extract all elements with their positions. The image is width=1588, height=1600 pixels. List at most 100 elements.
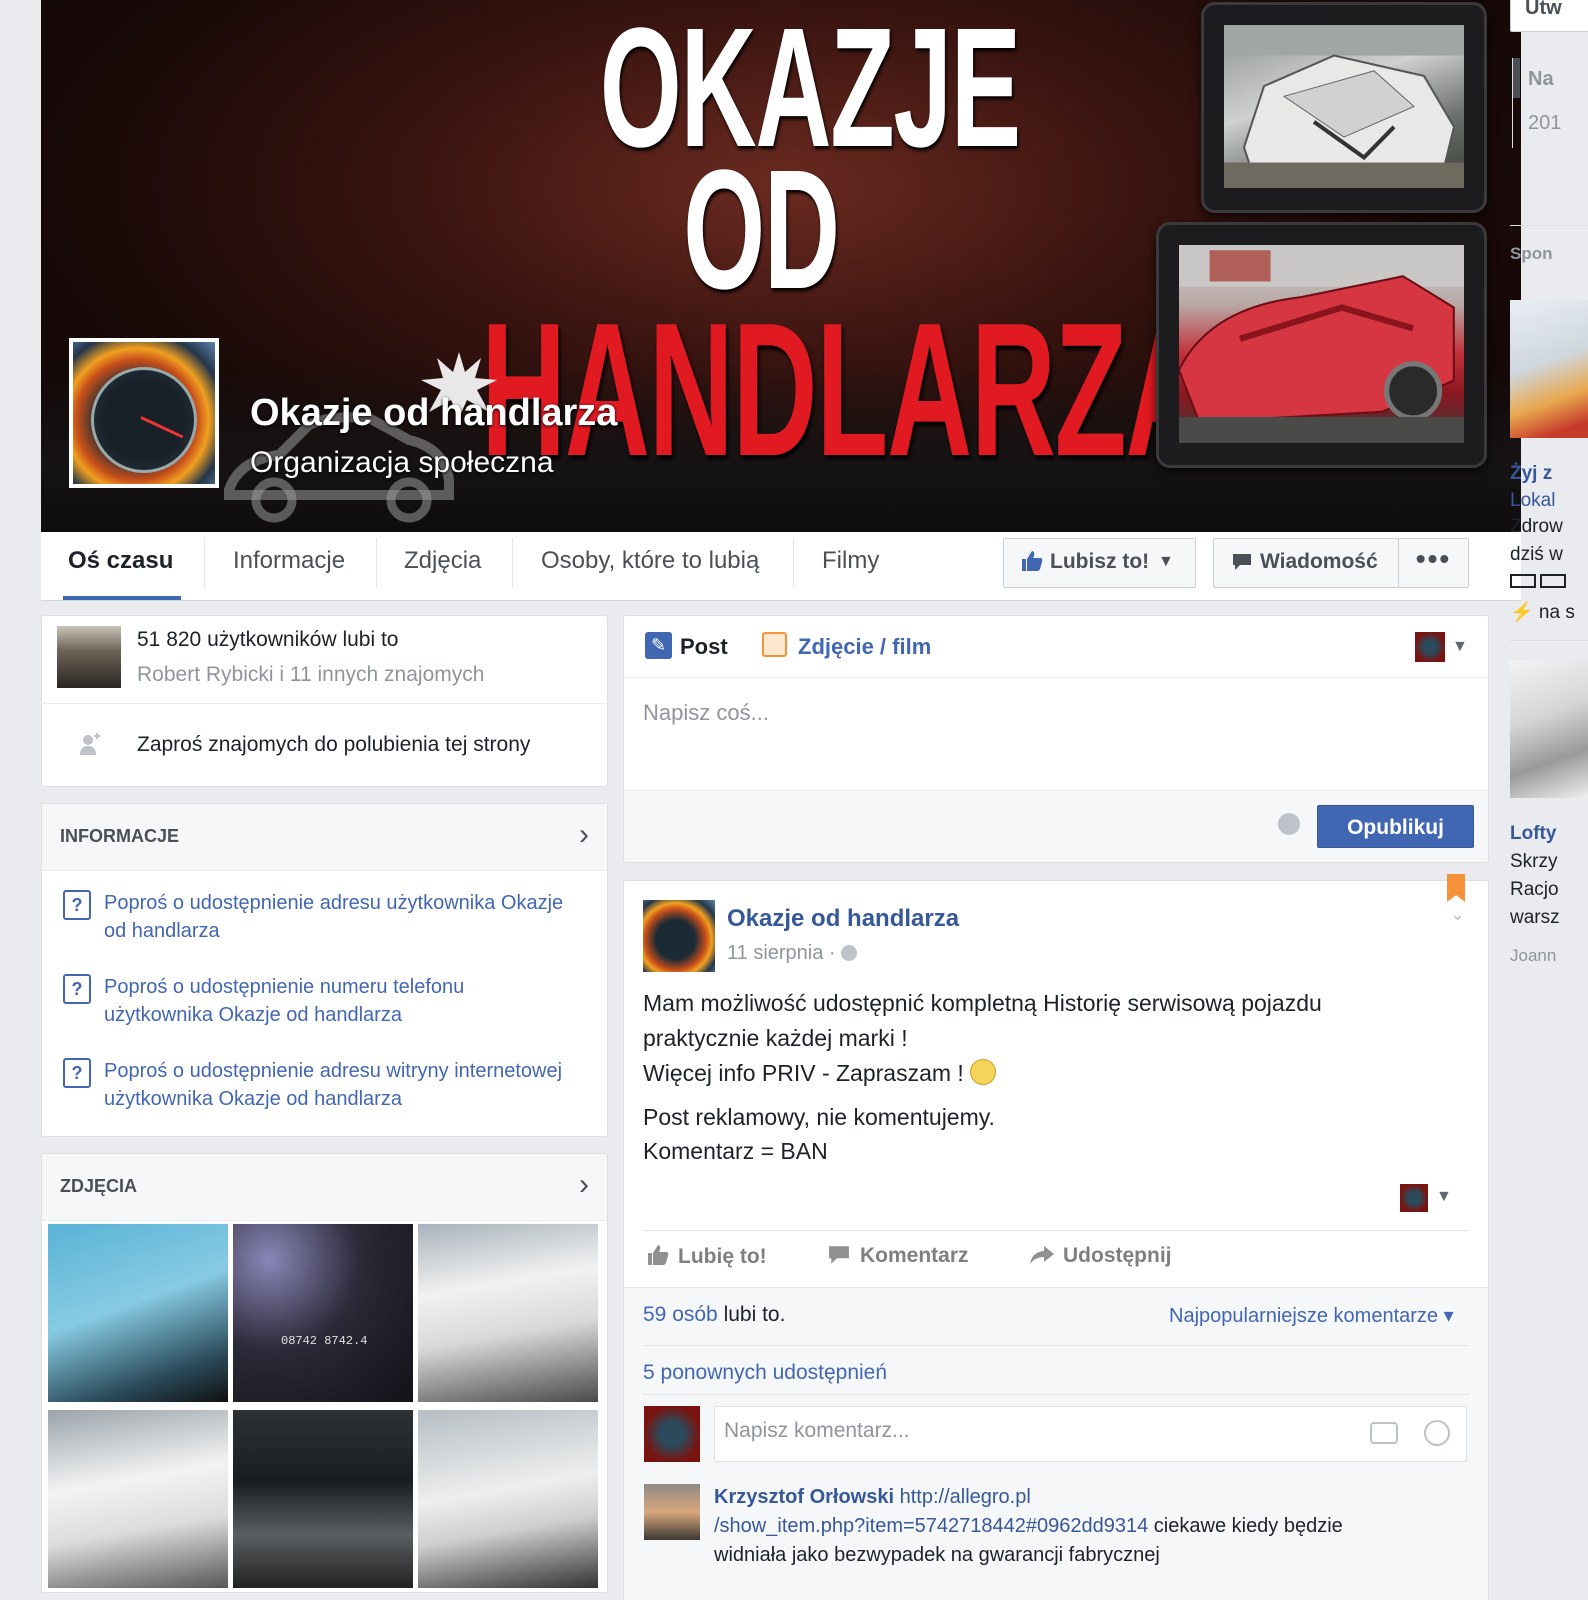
- invite-friends-link[interactable]: Zaproś znajomych do polubienia tej stron…: [137, 733, 530, 757]
- more-options-button[interactable]: •••: [1398, 538, 1469, 588]
- request-phone-link[interactable]: Poproś o udostępnienie numeru telefonu u…: [104, 973, 574, 1029]
- tab-about[interactable]: Informacje: [233, 532, 345, 600]
- divider: [643, 1345, 1469, 1346]
- globe-icon: [841, 945, 858, 961]
- chevron-right-icon: ›: [579, 818, 589, 851]
- comment-author-avatar[interactable]: [644, 1484, 700, 1540]
- acting-as-avatar[interactable]: [1415, 632, 1445, 662]
- ad-text: Skrzy: [1510, 851, 1558, 872]
- camera-icon[interactable]: [1370, 1422, 1398, 1444]
- message-button[interactable]: Wiadomość: [1213, 538, 1399, 588]
- share-arrow-icon: [1030, 1246, 1054, 1264]
- like-post-label: Lubię to!: [678, 1245, 767, 1268]
- post-author-name[interactable]: Okazje od handlarza: [727, 905, 959, 933]
- selected-indicator: [1512, 58, 1520, 98]
- info-card-header[interactable]: INFORMACJE ›: [42, 804, 607, 871]
- composer-tab-post[interactable]: Post: [680, 634, 728, 660]
- ad-text: Zdrow: [1510, 516, 1563, 537]
- speech-bubble-icon: [1232, 539, 1252, 585]
- page-category[interactable]: Organizacja społeczna: [250, 446, 554, 480]
- photo-thumbnail[interactable]: 08742 8742.4: [233, 1224, 413, 1402]
- chevron-down-icon[interactable]: ⌄: [1450, 904, 1465, 925]
- photo-thumbnail[interactable]: [418, 1410, 598, 1588]
- cover-title-line3: HANDLARZA: [481, 284, 1210, 496]
- divider: [643, 1230, 1469, 1231]
- comment-post-button[interactable]: Komentarz: [828, 1244, 969, 1268]
- chevron-down-icon[interactable]: ▼: [1452, 638, 1468, 656]
- wrecked-car-photo-1: [1224, 25, 1464, 188]
- post-likes-suffix: lubi to.: [717, 1303, 786, 1326]
- nav-divider: [512, 538, 513, 588]
- tab-timeline[interactable]: Oś czasu: [68, 532, 173, 600]
- ad-text: dziś w: [1510, 544, 1563, 565]
- thumbs-up-icon: [648, 1245, 669, 1265]
- ad-image[interactable]: [1510, 660, 1588, 798]
- nav-divider: [376, 538, 377, 588]
- right-sidebar: Utw Na 201 Spon Żyj z Lokal Zdrow dziś w…: [1500, 0, 1588, 1600]
- publish-button[interactable]: Opublikuj: [1317, 805, 1474, 848]
- photo-thumbnail[interactable]: [48, 1224, 228, 1402]
- sidebar-heading[interactable]: Na: [1528, 68, 1554, 91]
- wrecked-car-photo-2: [1179, 245, 1464, 443]
- comment-link-continued[interactable]: /show_item.php?item=5742718442#0962dd931…: [714, 1515, 1148, 1537]
- friends-who-like[interactable]: Robert Rybicki i 11 innych znajomych: [137, 663, 484, 687]
- sponsored-heading: Spon: [1510, 244, 1553, 263]
- request-username-link[interactable]: Poproś o udostępnienie adresu użytkownik…: [104, 889, 574, 945]
- friend-avatar[interactable]: [57, 626, 121, 688]
- comment-text: ciekawe kiedy będzie: [1148, 1515, 1343, 1537]
- composer-input[interactable]: Napisz coś...: [643, 700, 769, 726]
- chevron-down-icon[interactable]: ▼: [1436, 1188, 1452, 1206]
- like-button-label: Lubisz to!: [1050, 550, 1150, 573]
- post-author-avatar[interactable]: [643, 900, 715, 972]
- page-profile-picture[interactable]: [69, 338, 219, 488]
- ad-image[interactable]: [1510, 300, 1588, 438]
- comment-author-name[interactable]: Krzysztof Orłowski: [714, 1486, 894, 1508]
- divider: [41, 703, 608, 704]
- composer-tab-photo[interactable]: Zdjęcie / film: [798, 634, 931, 660]
- share-post-button[interactable]: Udostępnij: [1029, 1244, 1172, 1268]
- post-date-text: 11 sierpnia ·: [727, 942, 842, 964]
- like-post-button[interactable]: Lubię to!: [646, 1244, 767, 1269]
- tab-likes[interactable]: Osoby, które to lubią: [541, 532, 759, 600]
- like-page-button[interactable]: Lubisz to! ▼: [1003, 538, 1196, 588]
- tab-photos[interactable]: Zdjęcia: [404, 532, 481, 600]
- post-text-line: praktycznie każdej marki !: [643, 1025, 908, 1051]
- post-timestamp[interactable]: 11 sierpnia ·: [727, 942, 858, 965]
- photos-card-header[interactable]: ZDJĘCIA ›: [42, 1154, 607, 1221]
- post-text-line: Więcej info PRIV - Zapraszam !: [643, 1059, 997, 1087]
- post-text-span: Więcej info PRIV - Zapraszam !: [643, 1060, 971, 1086]
- photo-thumbnail[interactable]: [48, 1410, 228, 1588]
- post-likes-link[interactable]: 59 osób: [643, 1303, 718, 1326]
- page-name[interactable]: Okazje od handlarza: [250, 392, 617, 435]
- acting-as-avatar[interactable]: [1400, 1184, 1428, 1212]
- ad-box-icon: [1510, 574, 1536, 588]
- chevron-down-icon: ▼: [1158, 553, 1174, 570]
- comment-post-label: Komentarz: [860, 1244, 969, 1267]
- ad-site[interactable]: Lokal: [1510, 490, 1555, 512]
- post-text-line: Mam możliwość udostępnić kompletną Histo…: [643, 990, 1322, 1016]
- nav-divider: [204, 538, 205, 588]
- ad-title[interactable]: Lofty: [1510, 823, 1556, 845]
- photo-thumbnail[interactable]: [233, 1410, 413, 1588]
- comment-link[interactable]: http://allegro.pl: [900, 1486, 1031, 1508]
- ad-text: ⚡ na s: [1510, 602, 1575, 623]
- post-shares-link[interactable]: 5 ponownych udostępnień: [643, 1361, 887, 1385]
- tab-videos[interactable]: Filmy: [822, 532, 879, 600]
- share-post-label: Udostępnij: [1063, 1244, 1172, 1267]
- photo-thumbnail[interactable]: [418, 1224, 598, 1402]
- globe-icon[interactable]: [1278, 813, 1300, 835]
- emoji-icon[interactable]: [1424, 1420, 1450, 1446]
- sidebar-year[interactable]: 201: [1528, 112, 1561, 135]
- likes-count[interactable]: 51 820 użytkowników lubi to: [137, 628, 399, 652]
- ad-title[interactable]: Żyj z: [1510, 463, 1552, 485]
- comment-input-placeholder[interactable]: Napisz komentarz...: [724, 1419, 910, 1443]
- divider: [1510, 225, 1588, 226]
- post-likes-summary: 59 osób lubi to.: [643, 1303, 785, 1327]
- dashboard-readout: 08742 8742.4: [281, 1334, 368, 1348]
- divider: [1510, 640, 1588, 641]
- photo-icon: [762, 632, 787, 657]
- request-website-link[interactable]: Poproś o udostępnienie adresu witryny in…: [104, 1057, 574, 1113]
- chevron-right-icon: ›: [579, 1168, 589, 1201]
- comment-sort-dropdown[interactable]: Najpopularniejsze komentarze ▾: [1169, 1303, 1454, 1328]
- create-page-button[interactable]: Utw: [1510, 0, 1588, 32]
